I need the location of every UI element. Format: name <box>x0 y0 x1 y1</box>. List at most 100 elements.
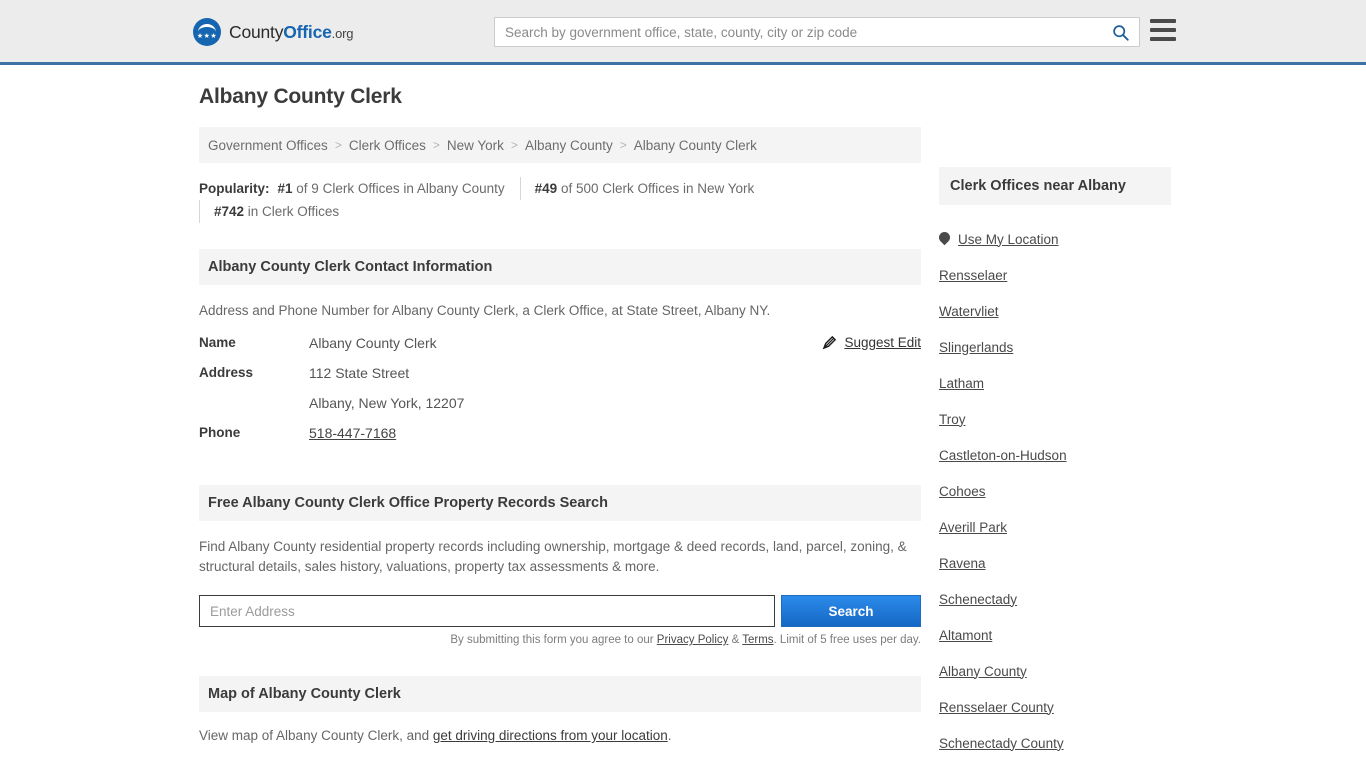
main-content: Albany County Clerk Government Offices >… <box>199 85 921 743</box>
sidebar-item-troy[interactable]: Troy <box>939 401 1171 437</box>
popularity-rank-county: #1 <box>277 181 293 196</box>
site-header: ★★★ CountyOffice.org <box>0 0 1366 65</box>
contact-value-name: Albany County Clerk <box>309 335 437 351</box>
popularity-rank-state: #49 <box>534 181 558 196</box>
sidebar-item-altamont[interactable]: Altamont <box>939 617 1171 653</box>
suggest-edit-link[interactable]: Suggest Edit <box>822 335 921 350</box>
breadcrumb-separator-icon: > <box>619 138 627 152</box>
property-search-heading: Free Albany County Clerk Office Property… <box>199 485 921 521</box>
contact-row-phone: Phone 518-447-7168 <box>199 425 921 455</box>
sidebar-link[interactable]: Altamont <box>939 628 992 643</box>
breadcrumb: Government Offices > Clerk Offices > New… <box>199 127 921 163</box>
contact-description: Address and Phone Number for Albany Coun… <box>199 303 771 318</box>
sidebar-item-cohoes[interactable]: Cohoes <box>939 473 1171 509</box>
property-search-button[interactable]: Search <box>781 595 921 627</box>
sidebar-link[interactable]: Latham <box>939 376 984 391</box>
popularity-item-national: #742 in Clerk Offices <box>199 200 354 223</box>
sidebar-item-watervliet[interactable]: Watervliet <box>939 293 1171 329</box>
contact-info-table: Suggest Edit Name Albany County Clerk Ad… <box>199 335 921 455</box>
map-section-heading: Map of Albany County Clerk <box>199 676 921 712</box>
sidebar-list: Use My Location Rensselaer Watervliet Sl… <box>939 205 1171 768</box>
fine-print-post: . Limit of 5 free uses per day. <box>773 634 921 646</box>
sidebar-link[interactable]: Slingerlands <box>939 340 1013 355</box>
sidebar-link[interactable]: Averill Park <box>939 520 1007 535</box>
sidebar-item-latham[interactable]: Latham <box>939 365 1171 401</box>
breadcrumb-item-2[interactable]: New York <box>447 138 504 153</box>
sidebar-item-slingerlands[interactable]: Slingerlands <box>939 329 1171 365</box>
property-search-form: Search <box>199 595 921 627</box>
sidebar-item-ravena[interactable]: Ravena <box>939 545 1171 581</box>
sidebar-item-schenectady-county[interactable]: Schenectady County <box>939 725 1171 761</box>
logo-text-county: County <box>229 21 284 42</box>
property-search-description: Find Albany County residential property … <box>199 539 907 574</box>
logo-wordmark: CountyOffice.org <box>229 22 353 43</box>
suggest-edit-label[interactable]: Suggest Edit <box>844 335 921 350</box>
search-submit-button[interactable] <box>1101 18 1139 46</box>
sidebar-item-averill-park[interactable]: Averill Park <box>939 509 1171 545</box>
global-search-bar <box>494 17 1140 47</box>
logo-stars: ★★★ <box>196 32 218 40</box>
breadcrumb-item-4[interactable]: Albany County Clerk <box>634 138 757 153</box>
sidebar-link[interactable]: Watervliet <box>939 304 999 319</box>
logo-text-org: .org <box>331 25 354 41</box>
driving-directions-link[interactable]: get driving directions from your locatio… <box>433 728 668 743</box>
sidebar-item-castleton-on-hudson[interactable]: Castleton-on-Hudson <box>939 437 1171 473</box>
site-logo[interactable]: ★★★ CountyOffice.org <box>193 18 353 46</box>
sidebar-item-rensselaer[interactable]: Rensselaer <box>939 257 1171 293</box>
contact-phone-link[interactable]: 518-447-7168 <box>309 425 396 441</box>
breadcrumb-separator-icon: > <box>334 138 342 152</box>
sidebar-link[interactable]: Troy <box>939 412 966 427</box>
sidebar-link[interactable]: Cohoes <box>939 484 986 499</box>
map-pin-icon <box>939 232 950 247</box>
sidebar-item-schenectady[interactable]: Schenectady <box>939 581 1171 617</box>
popularity-rank-national: #742 <box>214 204 245 219</box>
sidebar-item-albany-county[interactable]: Albany County <box>939 653 1171 689</box>
privacy-policy-link[interactable]: Privacy Policy <box>657 634 729 646</box>
map-description: View map of Albany County Clerk, and get… <box>199 728 921 743</box>
contact-row-city: Albany, New York, 12207 <box>199 395 921 425</box>
breadcrumb-separator-icon: > <box>510 138 518 152</box>
sidebar-link[interactable]: Rensselaer <box>939 268 1007 283</box>
breadcrumb-separator-icon: > <box>432 138 440 152</box>
map-desc-post: . <box>667 728 672 743</box>
search-icon <box>1112 24 1129 41</box>
fine-print-pre: By submitting this form you agree to our <box>450 634 657 646</box>
popularity-item-state: #49 of 500 Clerk Offices in New York <box>519 177 770 200</box>
sidebar-link[interactable]: Castleton-on-Hudson <box>939 448 1067 463</box>
hamburger-menu-icon[interactable] <box>1150 19 1176 41</box>
popularity-text-state: of 500 Clerk Offices in New York <box>557 181 755 196</box>
page-title: Albany County Clerk <box>199 85 402 108</box>
breadcrumb-item-3[interactable]: Albany County <box>525 138 613 153</box>
sidebar-link[interactable]: Ravena <box>939 556 986 571</box>
contact-value-street: 112 State Street <box>309 365 410 381</box>
popularity-text-national: in Clerk Offices <box>244 204 340 219</box>
sidebar-link[interactable]: Schenectady <box>939 592 1017 607</box>
contact-row-address: Address 112 State Street <box>199 365 921 395</box>
popularity-row: Popularity: #1 of 9 Clerk Offices in Alb… <box>199 177 921 223</box>
popularity-item-county: #1 of 9 Clerk Offices in Albany County <box>278 177 520 200</box>
breadcrumb-item-0[interactable]: Government Offices <box>208 138 328 153</box>
contact-section-heading: Albany County Clerk Contact Information <box>199 249 921 285</box>
search-input[interactable] <box>495 18 1101 46</box>
address-input[interactable] <box>199 595 775 627</box>
sidebar-link[interactable]: Schenectady County <box>939 736 1064 751</box>
logo-text-office: Office <box>283 21 332 42</box>
form-fine-print: By submitting this form you agree to our… <box>199 634 921 646</box>
contact-key-phone: Phone <box>199 425 241 440</box>
sidebar-item-rensselaer-county[interactable]: Rensselaer County <box>939 689 1171 725</box>
popularity-text-county: of 9 Clerk Offices in Albany County <box>292 181 505 196</box>
contact-key-address: Address <box>199 365 254 380</box>
sidebar-link[interactable]: Rensselaer County <box>939 700 1054 715</box>
contact-key-name: Name <box>199 335 236 350</box>
sidebar-item-use-my-location[interactable]: Use My Location <box>939 221 1171 257</box>
sidebar-label-use-my-location[interactable]: Use My Location <box>958 232 1059 247</box>
sidebar-heading: Clerk Offices near Albany <box>939 167 1171 205</box>
eagle-seal-icon: ★★★ <box>193 18 221 46</box>
sidebar-link[interactable]: Albany County <box>939 664 1027 679</box>
terms-link[interactable]: Terms <box>742 634 773 646</box>
contact-row-name: Name Albany County Clerk <box>199 335 921 365</box>
sidebar-item-columbia-county[interactable]: Columbia County <box>939 761 1171 768</box>
breadcrumb-item-1[interactable]: Clerk Offices <box>349 138 426 153</box>
contact-value-city: Albany, New York, 12207 <box>309 395 465 411</box>
sidebar: Clerk Offices near Albany Use My Locatio… <box>939 167 1171 768</box>
